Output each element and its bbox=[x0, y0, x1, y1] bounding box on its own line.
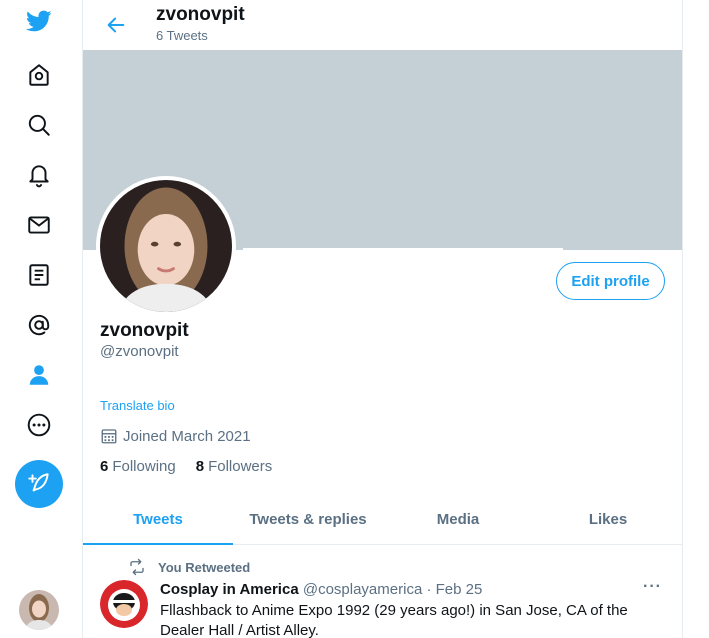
followers-label: Followers bbox=[208, 458, 273, 475]
lists-icon[interactable] bbox=[20, 256, 58, 294]
tweet-author-avatar[interactable] bbox=[100, 580, 148, 628]
tab-media[interactable]: Media bbox=[383, 495, 533, 544]
followers-link[interactable]: 8 Followers bbox=[196, 458, 273, 475]
edit-profile-button[interactable]: Edit profile bbox=[556, 262, 665, 300]
tweet-separator: · bbox=[426, 581, 432, 598]
tweet-header: Cosplay in America @cosplayamerica · Feb… bbox=[160, 581, 482, 598]
back-button[interactable] bbox=[101, 10, 131, 40]
home-icon[interactable] bbox=[20, 56, 58, 94]
tweet-more-icon[interactable]: ··· bbox=[643, 578, 662, 596]
compose-tweet-button[interactable] bbox=[15, 460, 63, 508]
profile-column: zvonovpit 6 Tweets Edit profile zvonovpi… bbox=[83, 0, 683, 638]
profile-person-icon[interactable] bbox=[20, 356, 58, 394]
page-title: zvonovpit bbox=[156, 4, 245, 25]
retweet-context: You Retweeted bbox=[128, 558, 250, 576]
compose-tweet-icon bbox=[28, 473, 49, 492]
tweet-count: 6 Tweets bbox=[156, 28, 208, 43]
twitter-logo-icon[interactable] bbox=[20, 2, 58, 40]
user-handle: @zvonovpit bbox=[100, 343, 179, 360]
following-link[interactable]: 6 Following bbox=[100, 458, 176, 475]
follow-stats: 6 Following 8 Followers bbox=[100, 458, 272, 475]
joined-date: Joined March 2021 bbox=[100, 427, 251, 445]
tab-tweets[interactable]: Tweets bbox=[83, 495, 233, 545]
following-label: Following bbox=[112, 458, 176, 475]
following-count: 6 bbox=[100, 458, 109, 475]
profile-avatar[interactable] bbox=[96, 176, 236, 316]
profile-tabs: Tweets Tweets & replies Media Likes bbox=[83, 495, 682, 545]
translate-bio-link[interactable]: Translate bio bbox=[100, 398, 175, 413]
tab-likes[interactable]: Likes bbox=[533, 495, 682, 544]
mentions-at-icon[interactable] bbox=[20, 306, 58, 344]
calendar-icon bbox=[101, 429, 117, 444]
joined-text: Joined March 2021 bbox=[123, 427, 251, 445]
display-name: zvonovpit bbox=[100, 320, 189, 341]
profile-header: zvonovpit 6 Tweets bbox=[83, 0, 682, 50]
more-icon[interactable] bbox=[20, 406, 58, 444]
retweet-icon bbox=[130, 558, 144, 576]
explore-search-icon[interactable] bbox=[20, 106, 58, 144]
tweet-date[interactable]: Feb 25 bbox=[436, 581, 483, 598]
tab-tweets-replies[interactable]: Tweets & replies bbox=[233, 495, 383, 544]
notifications-bell-icon[interactable] bbox=[20, 156, 58, 194]
banner-divider bbox=[243, 248, 563, 254]
tweet-author-name[interactable]: Cosplay in America bbox=[160, 581, 299, 598]
back-arrow-icon bbox=[107, 17, 125, 33]
messages-mail-icon[interactable] bbox=[20, 206, 58, 244]
followers-count: 8 bbox=[195, 458, 205, 475]
retweet-label: You Retweeted bbox=[158, 559, 251, 575]
tweet-author-handle[interactable]: @cosplayamerica bbox=[303, 581, 422, 598]
account-avatar[interactable] bbox=[19, 590, 59, 630]
tweet-text: Fllashback to Anime Expo 1992 (29 years … bbox=[160, 602, 628, 638]
sidebar-nav bbox=[0, 0, 83, 638]
